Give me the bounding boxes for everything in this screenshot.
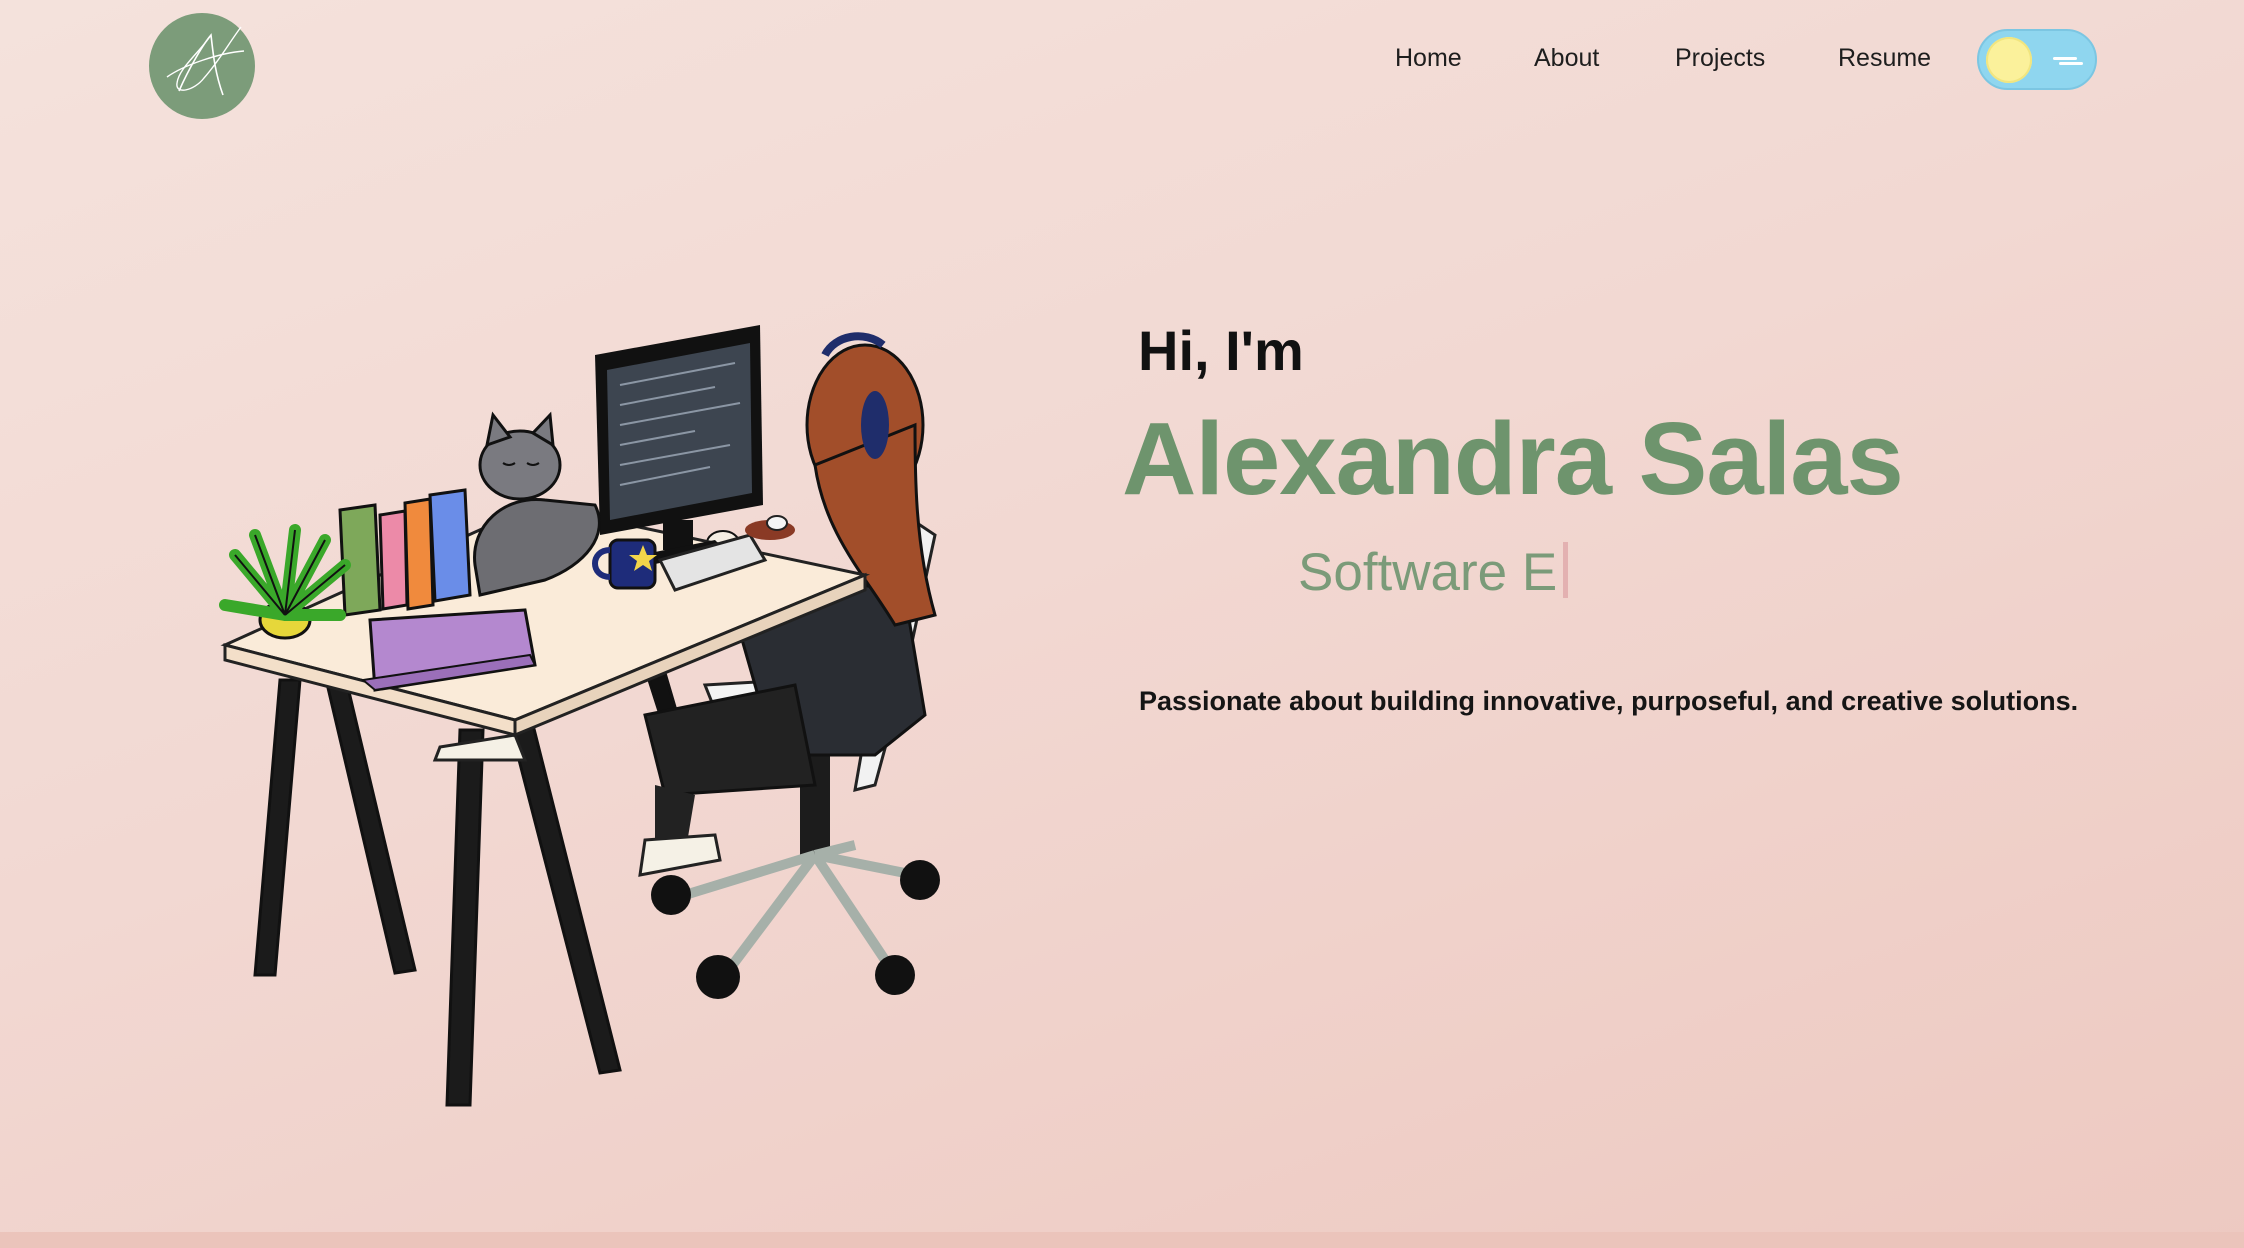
page-footer-strip bbox=[0, 1232, 2244, 1248]
logo-monogram-icon bbox=[166, 26, 245, 96]
hero-tagline: Passionate about building innovative, pu… bbox=[1139, 686, 2079, 716]
nav-link-about[interactable]: About bbox=[1534, 44, 1599, 73]
nav-link-projects[interactable]: Projects bbox=[1675, 44, 1765, 73]
site-logo[interactable] bbox=[149, 13, 255, 119]
hero-illustration bbox=[219, 325, 940, 1107]
typing-cursor bbox=[1563, 542, 1569, 598]
cloud-icon bbox=[2053, 57, 2083, 65]
hero-greeting: Hi, I'm bbox=[1138, 319, 1304, 382]
hero-role-text: Software E bbox=[1298, 543, 1558, 602]
hero-role: Software E bbox=[1298, 542, 1569, 603]
theme-toggle[interactable] bbox=[1977, 29, 2097, 90]
sun-icon bbox=[1986, 37, 2032, 83]
hero-name: Alexandra Salas bbox=[1122, 401, 1904, 516]
nav-link-resume[interactable]: Resume bbox=[1838, 44, 1931, 73]
nav-link-home[interactable]: Home bbox=[1395, 44, 1462, 73]
